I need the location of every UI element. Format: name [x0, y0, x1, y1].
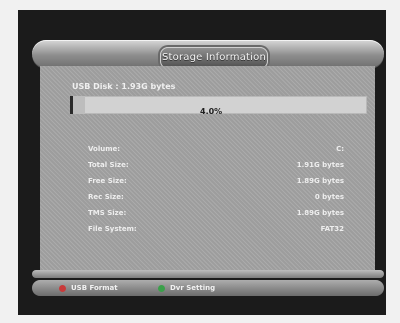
free-size-value: 1.89G bytes — [296, 177, 344, 185]
usb-format-button[interactable]: USB Format — [71, 284, 118, 292]
file-system-label: File System: — [88, 225, 137, 233]
volume-label: Volume: — [88, 145, 121, 153]
total-size-value: 1.91G bytes — [296, 161, 344, 169]
dvr-setting-button[interactable]: Dvr Setting — [170, 284, 215, 292]
red-key-icon — [59, 285, 66, 292]
usage-bar-fill — [73, 96, 85, 114]
volume-value: C: — [336, 145, 344, 153]
total-size-label: Total Size: — [88, 161, 129, 169]
green-key-icon — [158, 285, 165, 292]
bottom-divider-bar — [32, 270, 384, 278]
tms-size-label: TMS Size: — [88, 209, 127, 217]
free-size-label: Free Size: — [88, 177, 127, 185]
usage-percent: 4.0% — [200, 107, 223, 116]
file-system-value: FAT32 — [320, 225, 344, 233]
rec-size-label: Rec Size: — [88, 193, 124, 201]
tms-size-value: 1.89G bytes — [296, 209, 344, 217]
usb-disk-label: USB Disk : 1.93G bytes — [72, 82, 176, 91]
rec-size-value: 0 bytes — [314, 193, 344, 201]
